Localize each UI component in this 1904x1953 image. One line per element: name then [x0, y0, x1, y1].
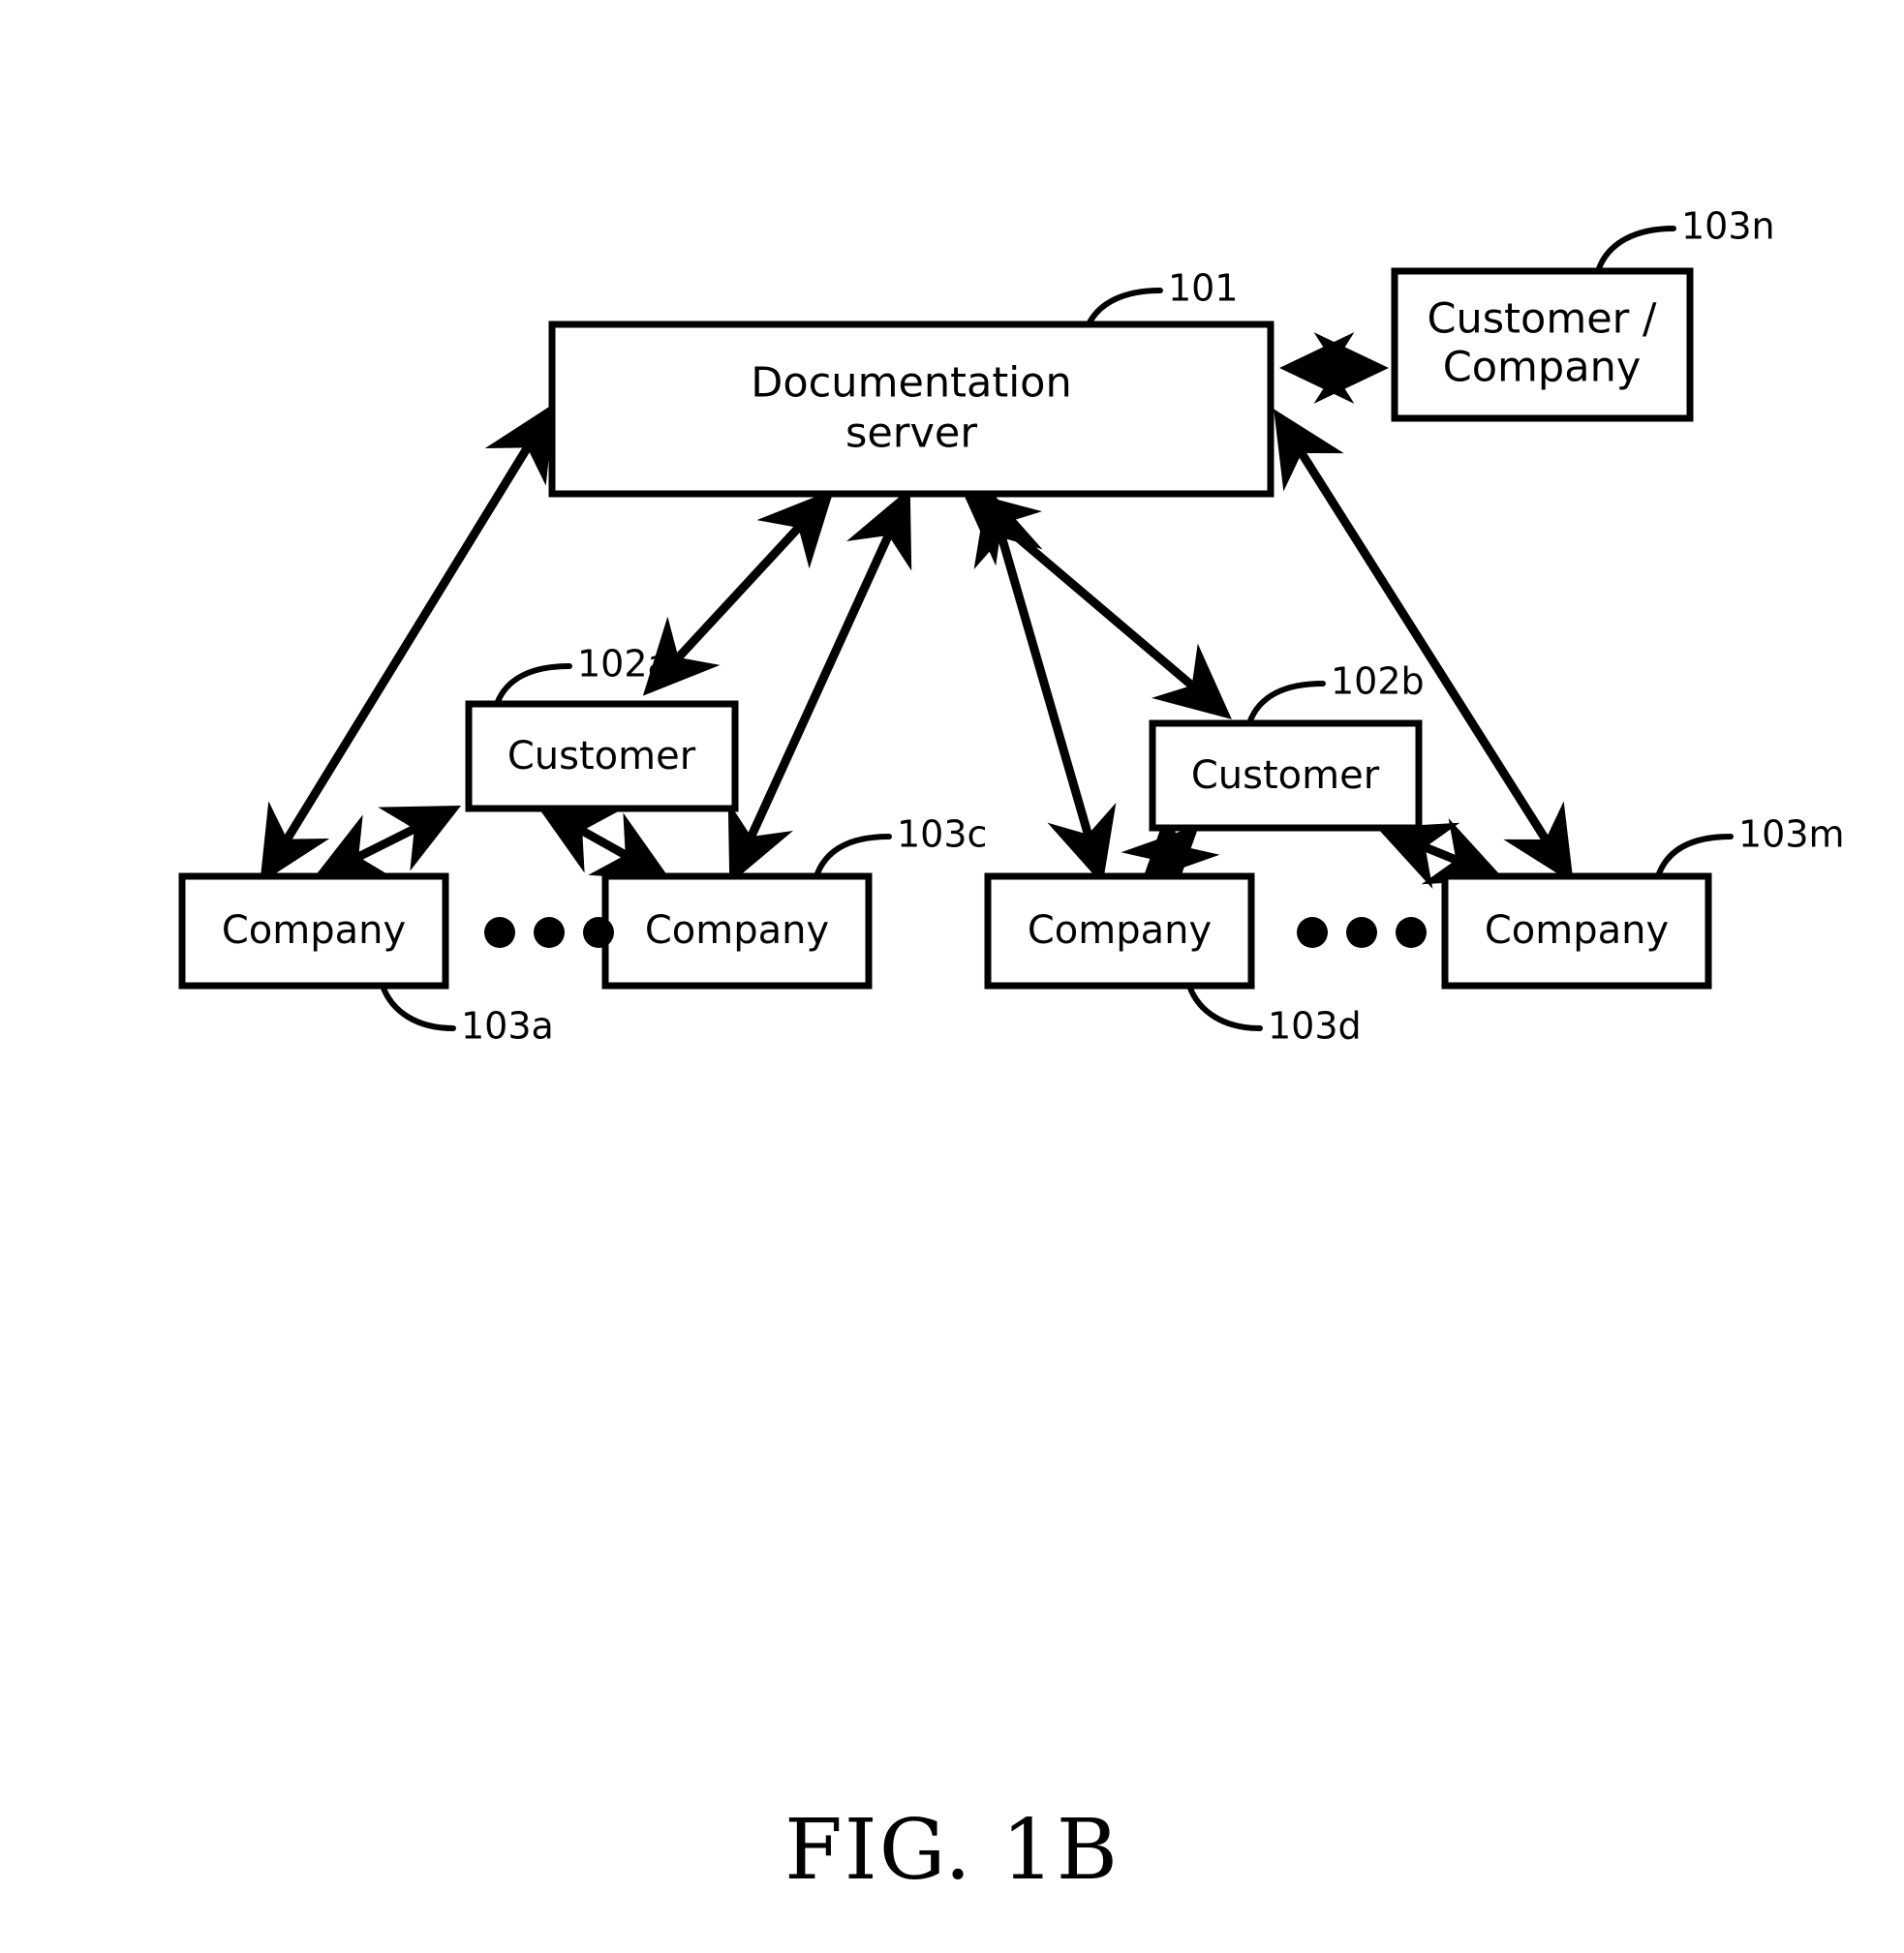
- connector-server-to-customer-b: [962, 490, 1232, 719]
- leader-line-101: [1086, 288, 1163, 327]
- ellipsis-left-dot-3: [583, 917, 614, 948]
- leader-line-102b: [1246, 681, 1326, 726]
- ellipsis-right-dot-1: [1297, 917, 1328, 948]
- connector-server-to-company-d: [973, 487, 1117, 885]
- customer-company-label-line2: Company: [1443, 344, 1642, 392]
- reference-103d: 103d: [1186, 983, 1362, 1048]
- reference-label-103d: 103d: [1268, 1005, 1362, 1048]
- node-company-c[interactable]: Company: [601, 872, 873, 990]
- connector-customer-b-to-company-d: [1121, 804, 1220, 903]
- reference-103n: 103n: [1595, 205, 1775, 274]
- patent-figure-1b: Documentation server Customer / Company …: [0, 0, 1904, 1953]
- customer-company-label-line1: Customer /: [1427, 295, 1657, 344]
- connector-customer-a-to-company-c: [537, 805, 671, 881]
- reference-label-103a: 103a: [461, 1005, 554, 1048]
- ellipsis-left-dot-1: [484, 917, 515, 948]
- leader-line-102a: [494, 663, 572, 707]
- node-customer-company[interactable]: Customer / Company: [1391, 267, 1694, 422]
- ellipsis-left: [484, 917, 614, 948]
- reference-103a: 103a: [380, 983, 554, 1048]
- reference-label-103m: 103m: [1738, 813, 1845, 856]
- connector-server-to-customer-a: [642, 489, 835, 696]
- node-customer-b[interactable]: Customer: [1149, 719, 1423, 832]
- documentation-server-label-line2: server: [845, 410, 977, 458]
- connector-customer-b-to-company-m: [1376, 817, 1505, 890]
- leader-line-103d: [1186, 983, 1263, 1031]
- node-company-m[interactable]: Company: [1441, 872, 1712, 990]
- customer-a-label: Customer: [507, 734, 696, 778]
- reference-label-102b: 102b: [1331, 660, 1425, 703]
- reference-label-103c: 103c: [897, 813, 987, 856]
- reference-102a: 102a: [494, 643, 670, 707]
- ellipsis-right-dot-2: [1346, 917, 1377, 948]
- company-a-label: Company: [222, 908, 406, 953]
- reference-label-103n: 103n: [1681, 205, 1775, 248]
- leader-line-103a: [380, 983, 456, 1031]
- ellipsis-right: [1297, 917, 1427, 948]
- leader-line-103c: [814, 834, 892, 879]
- reference-101: 101: [1086, 267, 1239, 327]
- node-company-d[interactable]: Company: [984, 872, 1255, 990]
- reference-103c: 103c: [814, 813, 987, 879]
- node-company-a[interactable]: Company: [178, 872, 449, 990]
- node-customer-a[interactable]: Customer: [465, 700, 739, 812]
- reference-102b: 102b: [1246, 660, 1425, 726]
- company-d-label: Company: [1028, 908, 1212, 953]
- node-documentation-server[interactable]: Documentation server: [548, 320, 1274, 498]
- reference-label-101: 101: [1168, 267, 1239, 310]
- reference-103m: 103m: [1655, 813, 1845, 879]
- leader-line-103n: [1595, 226, 1676, 274]
- ellipsis-right-dot-3: [1396, 917, 1427, 948]
- connector-customer-a-to-company-a: [311, 805, 462, 881]
- connector-server-to-company-c: [727, 487, 912, 885]
- company-c-label: Company: [645, 908, 829, 953]
- reference-label-102a: 102a: [577, 643, 670, 686]
- documentation-server-label-line1: Documentation: [751, 359, 1072, 408]
- customer-b-label: Customer: [1191, 753, 1380, 798]
- company-m-label: Company: [1485, 908, 1669, 953]
- leader-line-103m: [1655, 834, 1734, 879]
- figure-caption: FIG. 1B: [784, 1802, 1120, 1899]
- diagram-canvas: Documentation server Customer / Company …: [178, 205, 1845, 1899]
- ellipsis-left-dot-2: [534, 917, 565, 948]
